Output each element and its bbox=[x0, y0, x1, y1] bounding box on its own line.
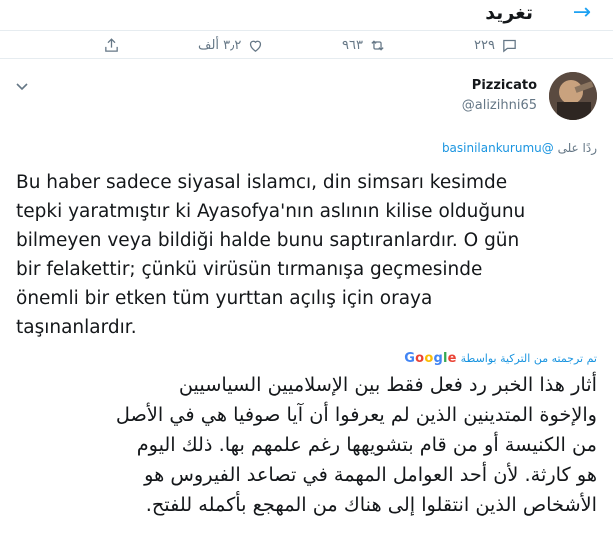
top-header: → تغريد bbox=[0, 0, 613, 31]
translated-line: الأشخاص الذين انتقلوا إلى هناك من المهجع… bbox=[145, 493, 597, 516]
author-name[interactable]: Pizzicato bbox=[472, 78, 537, 93]
avatar[interactable] bbox=[549, 72, 597, 120]
share-icon bbox=[105, 37, 118, 52]
like-count: ٣٫٢ ألف bbox=[198, 37, 242, 53]
chevron-down-icon[interactable] bbox=[14, 78, 30, 94]
author-handle[interactable]: @alizihni65 bbox=[462, 98, 537, 113]
tweet-actions-bar: ٣٫٢ ألف ٩٦٣ ٢٢٩ bbox=[0, 34, 613, 59]
like-button[interactable]: ٣٫٢ ألف bbox=[198, 34, 264, 56]
tweet-line: taşınanlardır. bbox=[16, 317, 137, 338]
translation-label: تم ترجمته من التركية بواسطة bbox=[460, 352, 597, 365]
reply-to-prefix: ردًا على bbox=[557, 141, 597, 155]
share-button[interactable] bbox=[103, 34, 120, 56]
translated-line: هو كارثة. لأن أحد العوامل المهمة في تصاع… bbox=[144, 463, 597, 486]
translation-attribution[interactable]: تم ترجمته من التركية بواسطة Google bbox=[404, 351, 597, 366]
page-title: تغريد bbox=[485, 2, 533, 24]
tweet-line: Bu haber sadece siyasal islamcı, din sim… bbox=[16, 172, 508, 193]
reply-button[interactable]: ٢٢٩ bbox=[474, 34, 518, 56]
translated-text: أثار هذا الخبر رد فعل فقط بين الإسلاميين… bbox=[15, 370, 597, 520]
tweet-line: önemli bir etken tüm yurttan açılış için… bbox=[16, 288, 433, 309]
comment-icon bbox=[503, 39, 516, 52]
tweet-line: bir felakettir; çünkü virüsün tırmanışa … bbox=[16, 259, 483, 280]
reply-to-line: ردًا على @basinilankurumu bbox=[442, 141, 597, 155]
heart-icon bbox=[250, 40, 262, 52]
retweet-count: ٩٦٣ bbox=[342, 37, 363, 53]
google-logo: Google bbox=[404, 351, 457, 366]
reply-count: ٢٢٩ bbox=[474, 37, 495, 53]
retweet-icon bbox=[371, 39, 384, 51]
tweet-line: tepki yaratmıştır ki Ayasofya'nın aslını… bbox=[16, 201, 526, 222]
translated-line: أثار هذا الخبر رد فعل فقط بين الإسلاميين… bbox=[178, 373, 597, 396]
tweet-text: Bu haber sadece siyasal islamcı, din sim… bbox=[16, 168, 606, 342]
translated-line: من الكنيسة أو من قام بتشويهها رغم علمهم … bbox=[136, 433, 597, 456]
retweet-button[interactable]: ٩٦٣ bbox=[342, 34, 386, 56]
tweet-line: bilmeyen veya bildiği halde bunu saptıra… bbox=[16, 230, 520, 251]
arrow-right-icon[interactable]: → bbox=[573, 2, 591, 24]
avatar-image bbox=[549, 72, 597, 120]
translated-line: والإخوة المتدينين الذين لم يعرفوا أن آيا… bbox=[115, 403, 597, 426]
reply-to-mention[interactable]: @basinilankurumu bbox=[442, 141, 554, 155]
